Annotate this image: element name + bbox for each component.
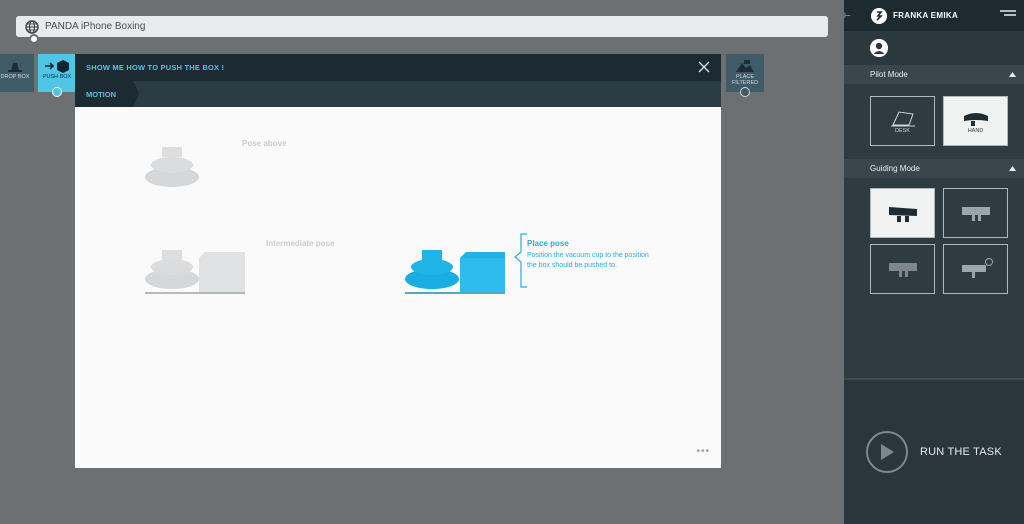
guiding-mode-free[interactable] [870, 244, 935, 294]
user-avatar-icon[interactable] [870, 39, 888, 57]
hand-icon [963, 113, 988, 126]
task-title-bar[interactable]: PANDA iPhone Boxing [16, 16, 828, 37]
guiding-mode-rotation[interactable] [943, 188, 1008, 238]
guiding-mode-section[interactable]: Guiding Mode [844, 159, 1024, 178]
caret-up-icon [1009, 72, 1016, 77]
place-pose-description: Position the vacuum cup to the position … [527, 252, 649, 269]
dialog-header: SHOW ME HOW TO PUSH THE BOX ! [75, 54, 721, 81]
workspace: PANDA iPhone Boxing DROP BOX PUSH BOX PL… [0, 0, 844, 524]
franka-logo-icon [871, 7, 887, 24]
timeline-anchor [29, 34, 39, 44]
pilot-option-hand-label: HAND [967, 128, 984, 134]
task-title: PANDA iPhone Boxing [45, 21, 146, 32]
app-drop-box[interactable]: DROP BOX [0, 54, 34, 92]
status-indicator [740, 87, 750, 97]
brand: FRANKA EMIKA [871, 7, 959, 24]
place-bracket [514, 233, 527, 288]
app-push-box-label: PUSH BOX [42, 74, 72, 80]
sidebar-header: ⊢ FRANKA EMIKA [844, 0, 1024, 31]
more-options-icon[interactable]: ••• [696, 446, 710, 457]
motion-illustration [145, 147, 527, 294]
drop-box-icon [8, 63, 22, 72]
vacuum-cup-place [405, 250, 459, 289]
sidebar: ⊢ FRANKA EMIKA Pilot Mode DESK HAND Guid… [844, 0, 1024, 524]
tab-bar: MOTION [75, 81, 721, 107]
app-place-filtered-label: PLACE FILTERED [731, 74, 759, 86]
pilot-mode-panel: DESK HAND [844, 84, 1024, 159]
box-place [460, 252, 505, 292]
pilot-option-desk-label: DESK [895, 128, 910, 134]
app-drop-box-label: DROP BOX [0, 74, 30, 80]
guiding-mode-panel [844, 178, 1024, 378]
selected-indicator [52, 87, 62, 97]
run-task-label[interactable]: RUN THE TASK [920, 446, 1002, 458]
globe-icon [25, 19, 39, 34]
pilot-option-hand[interactable]: HAND [943, 96, 1008, 146]
tab-motion[interactable]: MOTION [75, 81, 139, 107]
pilot-mode-label: Pilot Mode [870, 70, 908, 79]
guiding-mode-user[interactable] [943, 244, 1008, 294]
close-icon[interactable] [698, 61, 710, 73]
vacuum-cup-above [145, 147, 199, 187]
gripper-translation-icon [888, 207, 917, 222]
pilot-mode-section[interactable]: Pilot Mode [844, 65, 1024, 84]
gripper-free-icon [888, 263, 917, 277]
desk-icon [890, 111, 915, 127]
guiding-mode-translation[interactable] [870, 188, 935, 238]
push-box-icon [45, 60, 69, 73]
app-push-box[interactable]: PUSH BOX [38, 54, 76, 97]
label-intermediate-pose: Intermediate pose [266, 239, 335, 248]
guiding-mode-label: Guiding Mode [870, 164, 920, 173]
brand-name: FRANKA EMIKA [893, 11, 959, 20]
play-icon[interactable] [866, 431, 908, 473]
gripper-settings-icon [961, 258, 993, 278]
label-place-pose: Place pose [527, 239, 569, 248]
label-pose-above: Pose above [242, 139, 287, 148]
collapse-sidebar-icon[interactable]: ⊢ [844, 11, 854, 21]
app-place-filtered[interactable]: PLACE FILTERED [726, 54, 764, 97]
vacuum-cup-intermediate [145, 250, 199, 289]
box-intermediate [199, 252, 245, 292]
pilot-option-desk[interactable]: DESK [870, 96, 935, 146]
teach-dialog: SHOW ME HOW TO PUSH THE BOX ! MOTION Pos… [75, 54, 721, 468]
place-filtered-icon [736, 60, 754, 72]
hamburger-menu-icon[interactable] [1000, 10, 1016, 20]
run-task-area[interactable]: RUN THE TASK [844, 380, 1024, 524]
dialog-title: SHOW ME HOW TO PUSH THE BOX ! [86, 63, 225, 72]
user-row [844, 31, 1024, 65]
caret-up-icon [1009, 166, 1016, 171]
gripper-rotation-icon [961, 207, 990, 221]
